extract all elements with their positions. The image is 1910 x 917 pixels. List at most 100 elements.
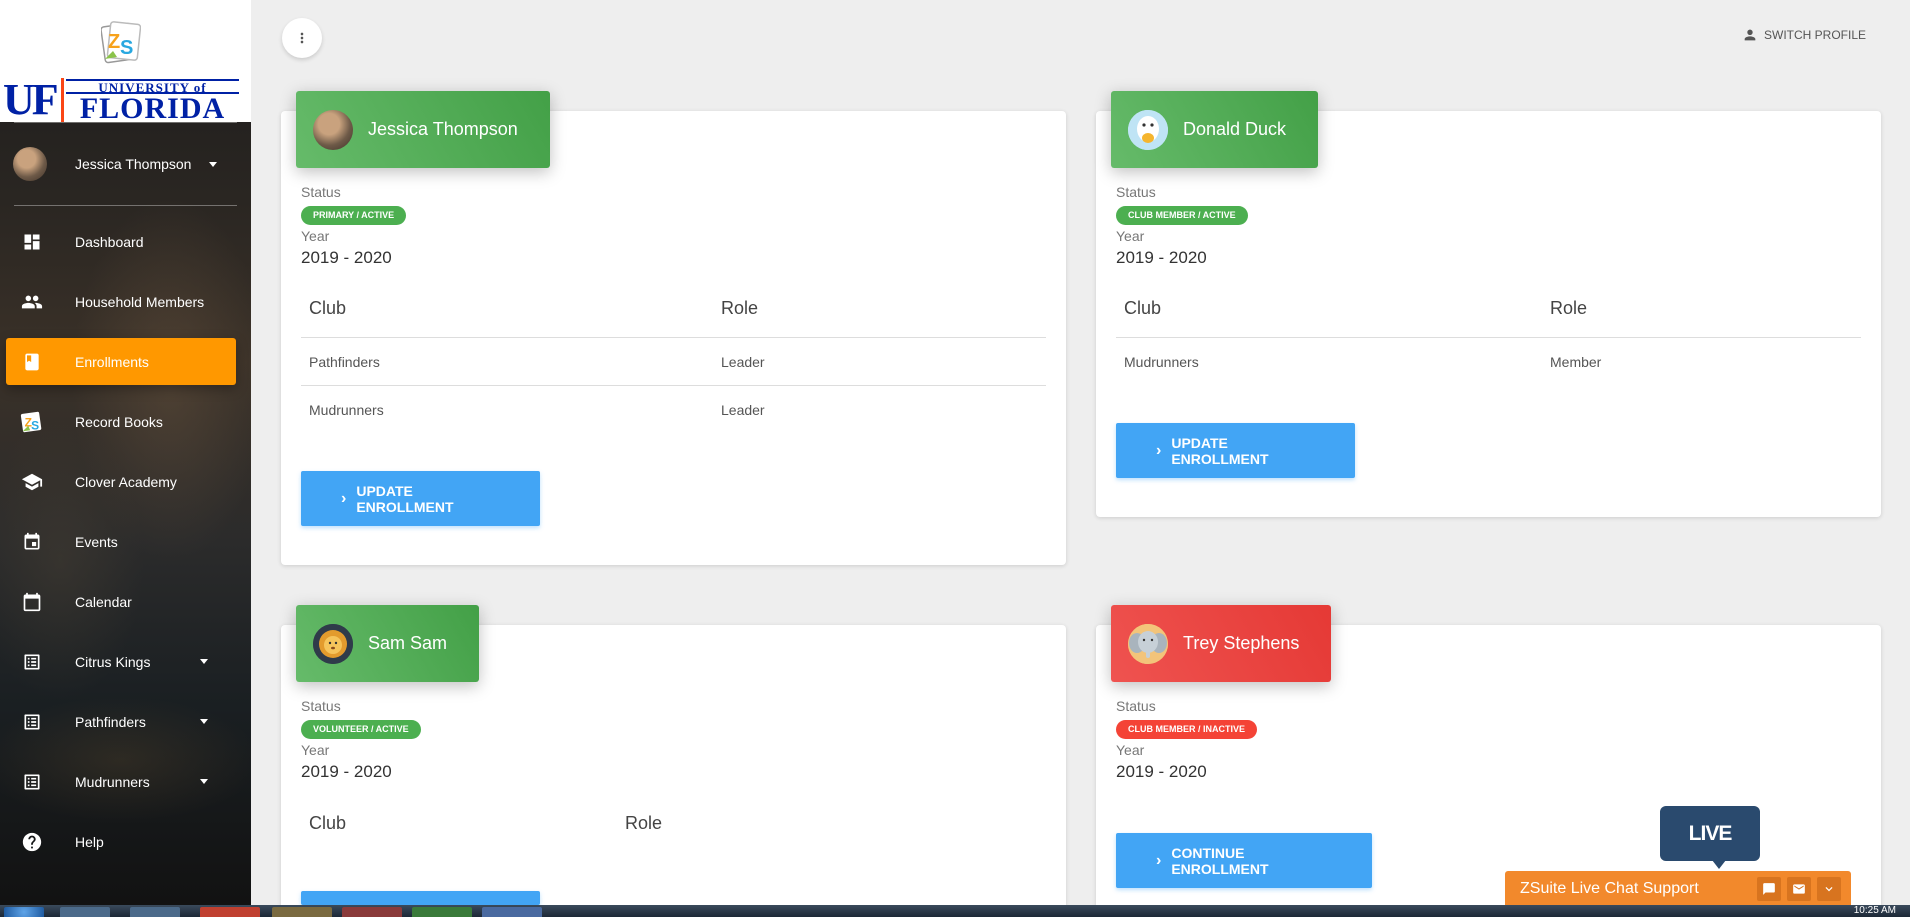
- event-icon: [20, 530, 44, 554]
- continue-enrollment-button[interactable]: › CONTINUE ENROLLMENT: [1116, 833, 1372, 888]
- enrollment-table: Club Role Pathfinders Leader Mudrunners …: [301, 280, 1046, 434]
- switch-profile-button[interactable]: SWITCH PROFILE: [1742, 27, 1866, 43]
- role-column-header: Role: [1550, 298, 1588, 318]
- elephant-avatar: [1128, 623, 1168, 664]
- club-column-header: Club: [1124, 298, 1162, 318]
- role-cell: Leader: [721, 353, 765, 370]
- update-enrollment-button[interactable]: › UPDATE ENROLLMENT: [301, 471, 540, 526]
- role-column-header: Role: [625, 812, 663, 833]
- table-row: Pathfinders Leader: [301, 338, 1046, 386]
- sidebar-item-mudrunners[interactable]: Mudrunners: [6, 758, 236, 805]
- school-icon: [20, 470, 44, 494]
- sidebar-item-help[interactable]: Help: [6, 818, 236, 865]
- table-row: Mudrunners Member: [1116, 338, 1861, 386]
- member-card: Jessica Thompson Status PRIMARY / ACTIVE…: [281, 91, 1066, 565]
- year-label: Year: [301, 228, 330, 244]
- switch-profile-label: SWITCH PROFILE: [1763, 28, 1866, 42]
- avatar: [313, 109, 353, 150]
- list-icon: [20, 650, 44, 674]
- button-label: UPDATE ENROLLMENT: [356, 482, 454, 515]
- member-name: Trey Stephens: [1183, 633, 1300, 653]
- dashboard-icon: [20, 230, 44, 254]
- live-chat-bubble[interactable]: LIVE CHAT: [1660, 806, 1760, 900]
- sidebar-item-label: Mudrunners: [75, 773, 150, 790]
- year-value: 2019 - 2020: [301, 248, 392, 267]
- sidebar-item-label: Pathfinders: [75, 713, 146, 730]
- taskbar-app[interactable]: [130, 907, 180, 917]
- caret-down-icon: [209, 161, 218, 167]
- taskbar-app[interactable]: [482, 907, 542, 917]
- sidebar-item-record-books[interactable]: Z S Record Books: [6, 398, 236, 445]
- sidebar-item-pathfinders[interactable]: Pathfinders: [6, 698, 236, 745]
- os-taskbar: 10:25 AM: [0, 905, 1910, 917]
- sidebar-item-label: Events: [75, 533, 118, 550]
- status-badge: PRIMARY / ACTIVE: [301, 206, 407, 225]
- more-options-button[interactable]: [282, 18, 322, 58]
- sidebar-item-label: Calendar: [75, 593, 132, 610]
- year-label: Year: [301, 742, 330, 758]
- live-chat-bar[interactable]: ZSuite Live Chat Support: [1505, 871, 1851, 907]
- role-cell: Member: [1550, 354, 1602, 370]
- live-chat-label: ZSuite Live Chat Support: [1520, 880, 1699, 897]
- sidebar-nav: Dashboard Household Members Enrollments …: [0, 218, 251, 865]
- caret-down-icon: [200, 719, 208, 724]
- lion-avatar: [313, 623, 353, 664]
- sidebar-item-events[interactable]: Events: [6, 518, 236, 565]
- member-name: Jessica Thompson: [368, 119, 518, 139]
- list-icon: [20, 770, 44, 794]
- member-card: Donald Duck Status CLUB MEMBER / ACTIVE …: [1096, 91, 1881, 517]
- svg-text:Z: Z: [108, 31, 120, 53]
- enrollment-button[interactable]: [301, 891, 540, 905]
- email-icon[interactable]: [1787, 877, 1811, 901]
- enrollment-table: Club Role Mudrunners Member: [1116, 280, 1861, 386]
- user-name: Jessica Thompson: [75, 156, 192, 172]
- sidebar: Z S UF UNIVERSITY of FLORIDA Jessica Tho…: [0, 0, 251, 905]
- taskbar-app[interactable]: [272, 907, 332, 917]
- status-label: Status: [301, 698, 341, 714]
- taskbar-app[interactable]: [342, 907, 402, 917]
- sidebar-item-label: Household Members: [75, 293, 205, 310]
- taskbar-app[interactable]: [200, 907, 260, 917]
- member-card-header: Donald Duck: [1111, 91, 1319, 168]
- table-header: Club Role: [301, 280, 1046, 338]
- start-button[interactable]: [4, 907, 44, 917]
- university-logo: UF UNIVERSITY of FLORIDA: [3, 78, 239, 125]
- sidebar-item-calendar[interactable]: Calendar: [6, 578, 236, 625]
- club-cell: Mudrunners: [309, 402, 384, 418]
- user-menu[interactable]: Jessica Thompson: [0, 123, 251, 205]
- sidebar-item-enrollments[interactable]: Enrollments: [6, 338, 236, 385]
- caret-down-icon: [200, 779, 208, 784]
- taskbar-app[interactable]: [60, 907, 110, 917]
- member-card-header: Sam Sam: [296, 605, 480, 682]
- taskbar-app[interactable]: [412, 907, 472, 917]
- sidebar-item-label: Clover Academy: [75, 473, 177, 490]
- people-icon: [20, 290, 44, 314]
- year-label: Year: [1116, 228, 1145, 244]
- club-column-header: Club: [309, 298, 347, 318]
- button-label: CONTINUE ENROLLMENT: [1171, 844, 1269, 877]
- zs-logo-icon: Z S: [20, 410, 44, 434]
- sidebar-item-dashboard[interactable]: Dashboard: [6, 218, 236, 265]
- university-name: FLORIDA: [79, 92, 226, 125]
- status-badge: CLUB MEMBER / ACTIVE: [1116, 206, 1248, 225]
- sidebar-item-label: Record Books: [75, 413, 163, 430]
- sidebar-item-household-members[interactable]: Household Members: [6, 278, 236, 325]
- chat-icon[interactable]: [1757, 877, 1781, 901]
- logo-area: Z S UF UNIVERSITY of FLORIDA: [0, 0, 251, 125]
- book-icon: [20, 350, 44, 374]
- sidebar-item-clover-academy[interactable]: Clover Academy: [6, 458, 236, 505]
- sidebar-item-label: Dashboard: [75, 233, 144, 250]
- status-label: Status: [1116, 184, 1156, 200]
- member-card-header: Trey Stephens: [1111, 605, 1332, 682]
- chevron-down-icon[interactable]: [1817, 877, 1841, 901]
- caret-down-icon: [200, 659, 208, 664]
- status-badge: CLUB MEMBER / INACTIVE: [1116, 720, 1257, 739]
- zs-logo-icon: Z S: [101, 21, 141, 64]
- sidebar-item-citrus-kings[interactable]: Citrus Kings: [6, 638, 236, 685]
- status-badge: VOLUNTEER / ACTIVE: [301, 720, 421, 739]
- update-enrollment-button[interactable]: › UPDATE ENROLLMENT: [1116, 423, 1355, 478]
- chevron-right-icon: ›: [1156, 441, 1162, 459]
- list-icon: [20, 710, 44, 734]
- help-icon: [20, 830, 44, 854]
- table-header: Club Role: [1116, 280, 1861, 338]
